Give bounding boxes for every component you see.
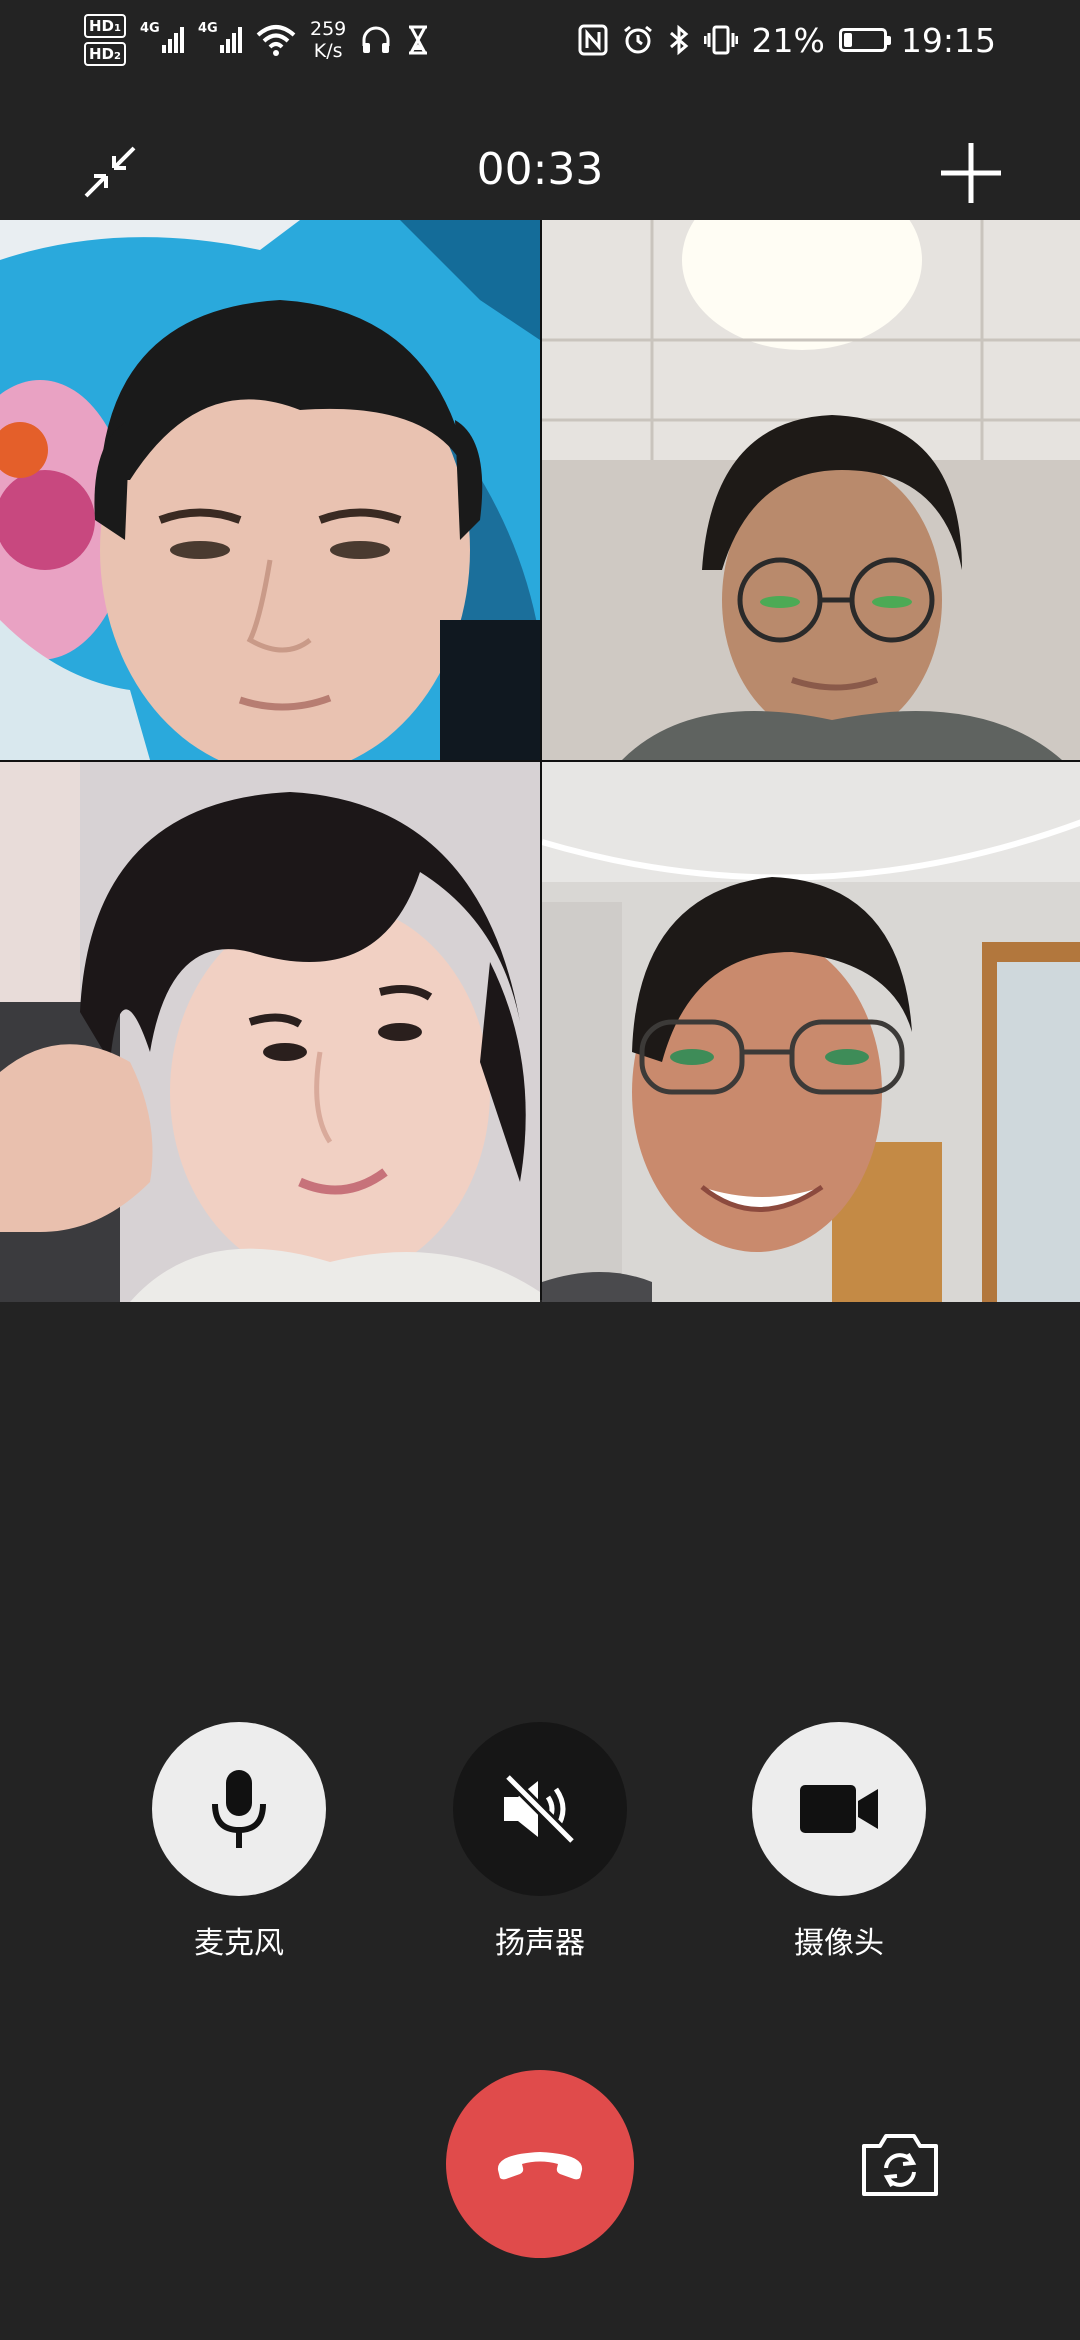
- camera-label: 摄像头: [794, 1926, 884, 1961]
- hd-badge-1: HD1: [84, 14, 126, 38]
- network-type-1: 4G: [139, 21, 160, 36]
- battery-percentage: 21%: [751, 20, 825, 60]
- call-duration-timer: 00:33: [476, 144, 604, 195]
- speaker-control[interactable]: 扬声器: [430, 1722, 650, 1962]
- participant-video-3: [0, 762, 540, 1302]
- speaker-muted-icon: [504, 1773, 576, 1845]
- participant-video-tile-3[interactable]: [0, 762, 540, 1302]
- network-speed: 259 K/s: [310, 18, 346, 62]
- signal-strength-icon-2: 4G: [198, 21, 242, 53]
- participant-video-tile-4[interactable]: [542, 762, 1080, 1302]
- speaker-label: 扬声器: [495, 1926, 585, 1961]
- microphone-icon: [212, 1770, 266, 1848]
- status-time: 19:15: [900, 20, 996, 60]
- network-type-2: 4G: [197, 21, 218, 36]
- speed-unit: K/s: [313, 40, 343, 62]
- hourglass-icon: [409, 25, 428, 55]
- hd-indicators: HD1 HD2: [84, 14, 126, 66]
- participant-video-2: [542, 220, 1080, 760]
- microphone-control[interactable]: 麦克风: [129, 1722, 349, 1962]
- switch-camera-icon[interactable]: [858, 2128, 942, 2200]
- battery-level-fill: [843, 33, 852, 47]
- participant-video-tile-1[interactable]: [0, 220, 540, 760]
- participant-video-tile-2[interactable]: [542, 220, 1080, 760]
- hang-up-button[interactable]: [446, 2070, 634, 2258]
- participant-video-grid: [0, 220, 1080, 1302]
- signal-strength-icon-1: 4G: [140, 21, 184, 53]
- participant-video-4: [542, 762, 1080, 1302]
- status-left: HD1 HD2 4G 4G 259 K/s: [84, 14, 430, 66]
- speaker-button[interactable]: [453, 1722, 627, 1896]
- microphone-button[interactable]: [152, 1722, 326, 1896]
- hang-up-icon: [497, 2152, 583, 2180]
- nfc-icon: [578, 24, 608, 56]
- status-bar: HD1 HD2 4G 4G 259 K/s 21% 19:15: [0, 0, 1080, 80]
- video-camera-icon: [800, 1785, 878, 1833]
- speed-value: 259: [309, 18, 347, 40]
- headphones-icon: [362, 26, 390, 53]
- battery-icon: [838, 28, 891, 52]
- microphone-label: 麦克风: [194, 1926, 284, 1961]
- alarm-icon: [623, 25, 652, 54]
- video-call-screen: HD1 HD2 4G 4G 259 K/s 21% 19:15 00:33 麦克…: [0, 0, 1080, 2340]
- add-participant-icon[interactable]: [938, 140, 1004, 206]
- vibrate-icon: [703, 25, 738, 55]
- status-right: 21% 19:15: [578, 21, 996, 60]
- wifi-icon: [256, 25, 296, 56]
- call-top-bar: 00:33: [0, 120, 1080, 220]
- camera-control[interactable]: 摄像头: [729, 1722, 949, 1962]
- bluetooth-icon: [669, 24, 688, 56]
- hd-badge-2: HD2: [84, 42, 126, 66]
- participant-video-1: [0, 220, 540, 760]
- camera-button[interactable]: [752, 1722, 926, 1896]
